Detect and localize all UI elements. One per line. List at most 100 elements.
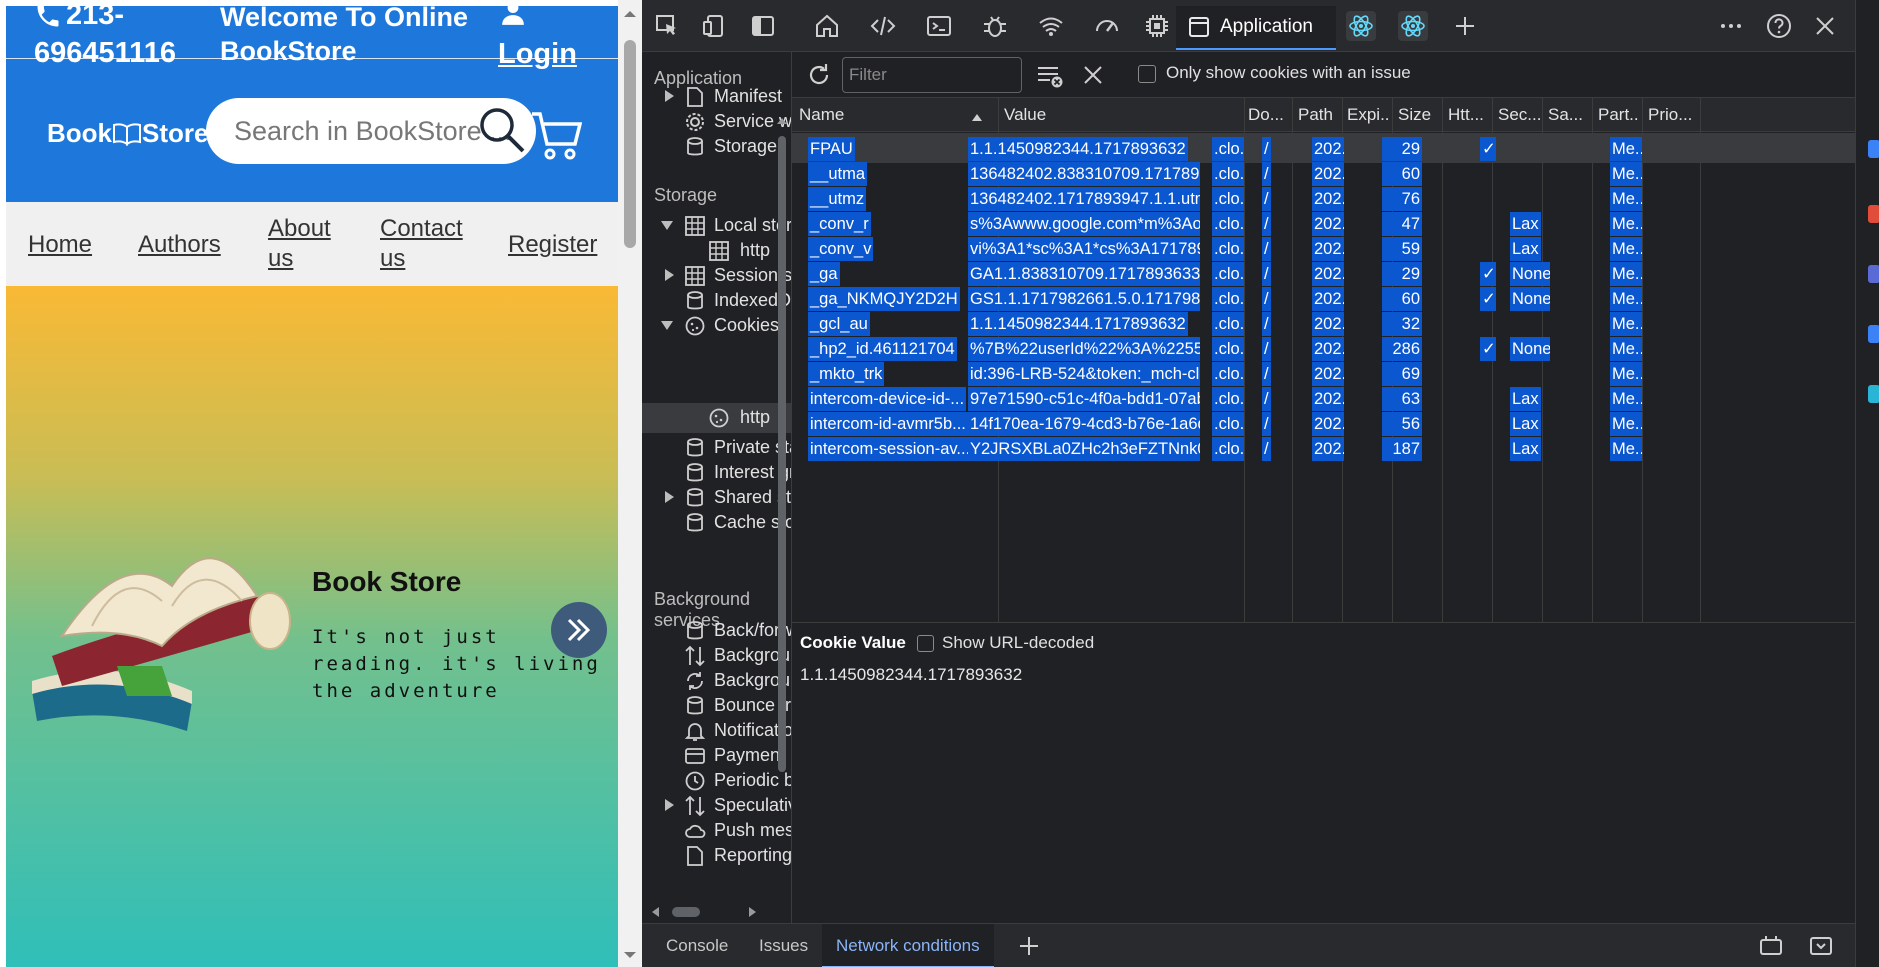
nav-home[interactable]: Home — [28, 230, 92, 260]
table-grid-icon — [685, 216, 705, 236]
tab-application[interactable]: Application — [1176, 6, 1336, 50]
column-header-domain[interactable]: Do... — [1248, 105, 1290, 125]
cookie-filter-bar: Filter Only show cookies with an issue — [792, 52, 1855, 98]
memory-chip-icon[interactable] — [1144, 13, 1170, 39]
scroll-up-arrow-icon[interactable] — [618, 4, 642, 24]
drawer-tab-issues[interactable]: Issues — [759, 936, 808, 956]
cookie-value-pane: Cookie Value Show URL-decoded 1.1.145098… — [792, 622, 1855, 923]
scrollbar-thumb[interactable] — [778, 136, 786, 772]
site-logo[interactable]: Book Store — [47, 118, 208, 149]
cookie-row[interactable]: intercom-session-av... Y2JRSXBLa0ZHc2h3eF… — [792, 433, 1855, 463]
only-issues-checkbox[interactable] — [1138, 65, 1156, 83]
column-header-path[interactable]: Path — [1298, 105, 1340, 125]
drawer-tab-console[interactable]: Console — [666, 936, 728, 956]
expand-arrow-icon[interactable] — [662, 490, 676, 504]
horizontal-scrollbar-thumb[interactable] — [672, 907, 700, 917]
expand-arrow-icon[interactable] — [662, 89, 676, 103]
refresh-icon[interactable] — [806, 62, 832, 88]
dock-sidebar-icon[interactable] — [750, 13, 776, 39]
show-url-decoded-checkbox[interactable] — [917, 635, 934, 652]
column-header-partition-key[interactable]: Part... — [1598, 105, 1640, 125]
column-header-size[interactable]: Size — [1398, 105, 1440, 125]
elements-code-icon[interactable] — [870, 13, 896, 39]
sidebar-vertical-scrollbar[interactable] — [776, 114, 788, 814]
column-header-value[interactable]: Value — [1004, 105, 1234, 125]
close-devtools-icon[interactable] — [1812, 13, 1838, 39]
performance-gauge-icon[interactable] — [1094, 13, 1120, 39]
login-link[interactable]: Login — [498, 38, 577, 71]
sidebar-item-push-messaging[interactable]: Push messaging — [714, 820, 791, 841]
database-icon — [687, 463, 703, 482]
page-scrollbar[interactable] — [618, 0, 642, 967]
sidebar-item-storage[interactable]: Storage — [714, 136, 777, 157]
carousel-next-button[interactable] — [551, 602, 607, 658]
device-toolbar-icon[interactable] — [702, 13, 728, 39]
react-profiler-icon[interactable] — [1398, 11, 1428, 41]
edge-app-icon[interactable] — [1868, 265, 1879, 283]
column-header-expires[interactable]: Expi... — [1347, 105, 1391, 125]
expand-arrow-icon[interactable] — [662, 798, 676, 812]
manifest-file-icon — [687, 87, 703, 107]
react-components-icon[interactable] — [1346, 11, 1376, 41]
sidebar-item-manifest[interactable]: Manifest — [714, 86, 782, 107]
sidebar-item-cookies[interactable]: Cookies — [714, 315, 779, 336]
console-icon[interactable] — [926, 13, 952, 39]
edge-app-icon[interactable] — [1868, 205, 1879, 223]
sidebar-item-reporting-api[interactable]: Reporting API — [714, 845, 791, 866]
sort-ascending-icon — [972, 114, 982, 121]
add-tab-icon[interactable] — [1452, 13, 1478, 39]
add-drawer-tab-icon[interactable] — [1018, 935, 1040, 957]
cookie-table: Name Value Do... Path Expi... Size Htt..… — [792, 98, 1855, 622]
cookie-value-text[interactable]: 1.1.1450982344.1717893632 — [800, 665, 1022, 685]
application-window-icon — [1189, 17, 1209, 37]
collapse-arrow-icon[interactable] — [660, 218, 674, 232]
scrollbar-thumb[interactable] — [624, 40, 636, 248]
clear-all-cookies-icon[interactable] — [1036, 63, 1064, 89]
network-wifi-icon[interactable] — [1038, 13, 1064, 39]
filter-input[interactable]: Filter — [842, 57, 1022, 93]
column-header-priority[interactable]: Prio... — [1648, 105, 1698, 125]
drawer-tab-network-conditions[interactable]: Network conditions — [822, 924, 994, 967]
nav-authors[interactable]: Authors — [138, 230, 221, 260]
cart-icon[interactable] — [530, 110, 582, 160]
filter-placeholder: Filter — [849, 65, 887, 84]
database-icon — [687, 488, 703, 507]
edge-app-icon[interactable] — [1868, 325, 1879, 343]
close-drawer-icon[interactable] — [1808, 935, 1834, 957]
sources-bug-icon[interactable] — [982, 13, 1008, 39]
search-icon[interactable] — [476, 104, 528, 156]
table-grid-icon — [709, 241, 729, 261]
storage-database-icon — [687, 137, 703, 156]
file-icon — [687, 846, 703, 866]
expand-arrow-icon[interactable] — [662, 268, 676, 282]
dock-drawer-icon[interactable] — [1758, 935, 1784, 957]
nav-contact-us[interactable]: Contact us — [380, 214, 476, 274]
column-header-secure[interactable]: Sec... — [1498, 105, 1540, 125]
sidebar-header-storage: Storage — [654, 185, 718, 205]
show-url-decoded-label: Show URL-decoded — [942, 633, 1095, 652]
collapse-arrow-icon[interactable] — [660, 318, 674, 332]
edge-app-icon[interactable] — [1868, 140, 1879, 158]
cookie-name-cell: intercom-session-av... — [808, 437, 973, 461]
welcome-home-icon[interactable] — [814, 13, 840, 39]
sidebar-item-cookies-origin[interactable]: http — [740, 407, 770, 428]
column-header-samesite[interactable]: Sa... — [1548, 105, 1590, 125]
inspect-element-icon[interactable] — [654, 13, 680, 39]
help-icon[interactable] — [1766, 13, 1792, 39]
edge-app-icon[interactable] — [1868, 385, 1879, 403]
user-icon[interactable] — [500, 0, 526, 26]
scroll-right-arrow-icon[interactable] — [746, 906, 758, 918]
sidebar-item-local-storage-origin[interactable]: http — [740, 240, 770, 261]
column-header-httponly[interactable]: Htt... — [1448, 105, 1490, 125]
column-header-name[interactable]: Name — [799, 105, 979, 125]
scroll-up-arrow-icon[interactable] — [776, 116, 788, 126]
up-down-arrows-icon — [685, 645, 705, 667]
logo-text-left: Book — [47, 118, 112, 148]
cookie-priority-cell: Me... — [1610, 437, 1642, 461]
delete-selected-icon[interactable] — [1082, 64, 1104, 86]
nav-about-us[interactable]: About us — [268, 214, 348, 274]
more-options-icon[interactable] — [1718, 13, 1744, 39]
nav-register[interactable]: Register — [508, 230, 597, 260]
scroll-down-arrow-icon[interactable] — [618, 945, 642, 965]
scroll-left-arrow-icon[interactable] — [650, 906, 662, 918]
